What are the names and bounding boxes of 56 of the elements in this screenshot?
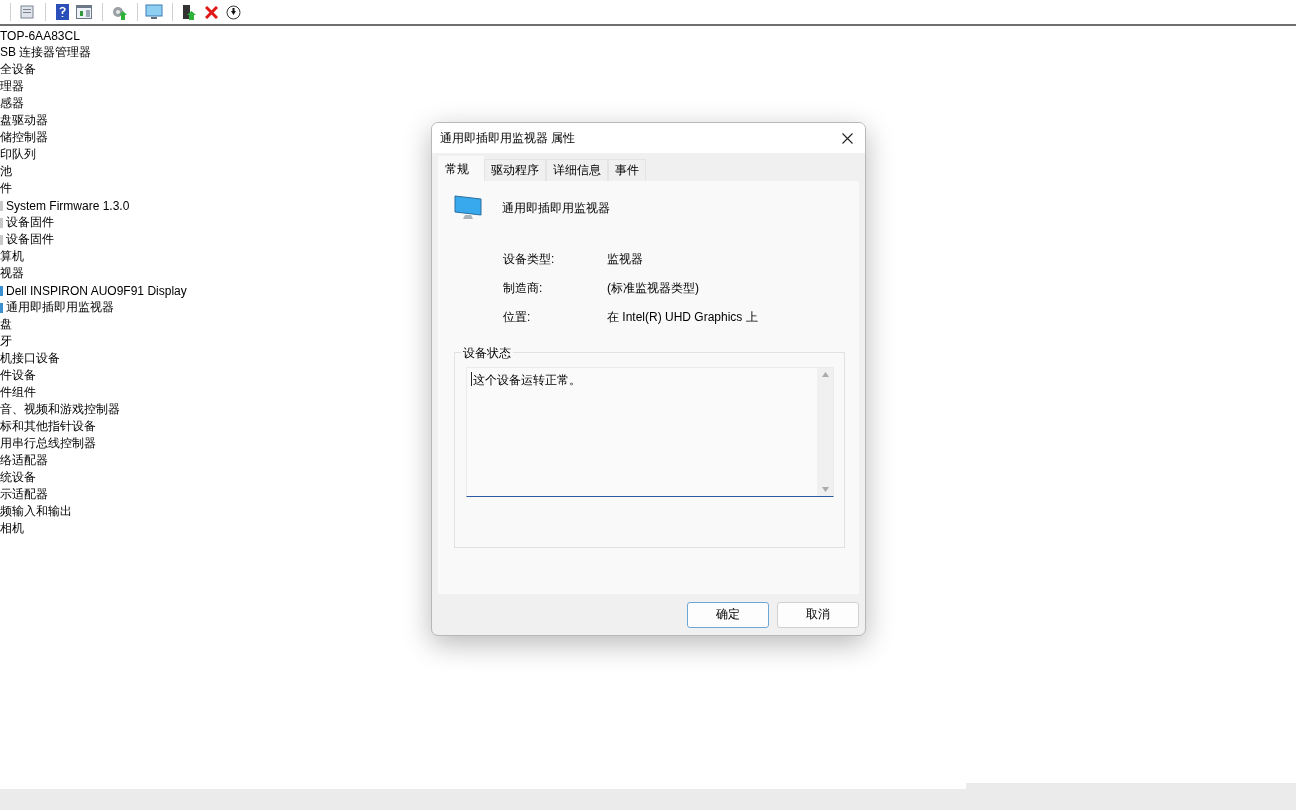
property-value: (标准监视器类型) [607, 280, 700, 297]
tab[interactable]: 详细信息 [546, 159, 608, 181]
window-icon[interactable] [76, 5, 92, 19]
tab[interactable]: 驱动程序 [484, 159, 546, 181]
property-value: 在 Intel(R) UHD Graphics 上 [607, 309, 759, 326]
tree-item[interactable]: System Firmware 1.3.0 [6, 198, 130, 213]
tree-item[interactable]: 盘 [0, 316, 12, 333]
download-icon[interactable] [225, 4, 241, 20]
tree-item[interactable]: 视器 [0, 265, 24, 282]
tree-item[interactable]: 理器 [0, 78, 24, 95]
tree-item[interactable]: 示适配器 [0, 486, 48, 503]
tree-item[interactable]: 络适配器 [0, 452, 48, 469]
tree-item[interactable]: 标和其他指针设备 [0, 418, 96, 435]
property-label: 位置: [503, 309, 532, 326]
tree-item[interactable]: 音、视频和游戏控制器 [0, 401, 120, 418]
tree-item[interactable]: 件设备 [0, 367, 36, 384]
tree-item[interactable]: 储控制器 [0, 129, 48, 146]
tree-item[interactable]: 用串行总线控制器 [0, 435, 96, 452]
tree-item[interactable]: 牙 [0, 333, 12, 350]
dialog-button[interactable]: 取消 [777, 601, 859, 628]
status-text-field[interactable]: 这个设备运转正常。 [466, 367, 834, 497]
monitor-icon[interactable] [145, 4, 163, 20]
tree-item[interactable]: 相机 [0, 520, 24, 537]
tree-item[interactable]: 通用即插即用监视器 [6, 299, 114, 316]
tree-item[interactable]: 件 [0, 180, 12, 197]
tree-item[interactable]: 池 [0, 163, 12, 180]
tab[interactable]: 常规 [438, 156, 484, 181]
dialog-title: 通用即插即用监视器 属性 [440, 129, 576, 147]
tree-item[interactable]: 盘驱动器 [0, 112, 48, 129]
tree-item[interactable]: 统设备 [0, 469, 36, 486]
tree-item[interactable]: 机接口设备 [0, 350, 60, 367]
property-value: 监视器 [607, 251, 644, 268]
tree-item[interactable]: 设备固件 [6, 231, 54, 248]
document-icon[interactable] [20, 5, 34, 19]
tree-item[interactable]: Dell INSPIRON AUO9F91 Display [6, 283, 187, 298]
group-title: 设备状态 [461, 345, 513, 362]
monitor-icon [454, 195, 482, 221]
device-name: 通用即插即用监视器 [502, 199, 610, 217]
tree-item[interactable]: 件组件 [0, 384, 36, 401]
tree-item[interactable]: 感器 [0, 95, 24, 112]
tree-item[interactable]: TOP-6AA83CL [0, 28, 80, 43]
close-icon [841, 132, 853, 144]
tree-item[interactable]: 算机 [0, 248, 24, 265]
tab[interactable]: 事件 [608, 159, 646, 181]
gear-icon[interactable] [111, 4, 127, 20]
tree-item[interactable]: 频输入和输出 [0, 503, 72, 520]
close-icon[interactable] [204, 5, 218, 19]
tree-item[interactable]: 印队列 [0, 146, 36, 163]
property-label: 制造商: [503, 280, 544, 297]
help-icon[interactable] [55, 4, 69, 20]
property-label: 设备类型: [503, 251, 556, 268]
tree-item[interactable]: 设备固件 [6, 214, 54, 231]
tree-item[interactable]: 全设备 [0, 61, 36, 78]
device-update-icon[interactable] [182, 4, 196, 20]
tree-item[interactable]: SB 连接器管理器 [0, 44, 92, 61]
dialog-button[interactable]: 确定 [687, 601, 769, 628]
